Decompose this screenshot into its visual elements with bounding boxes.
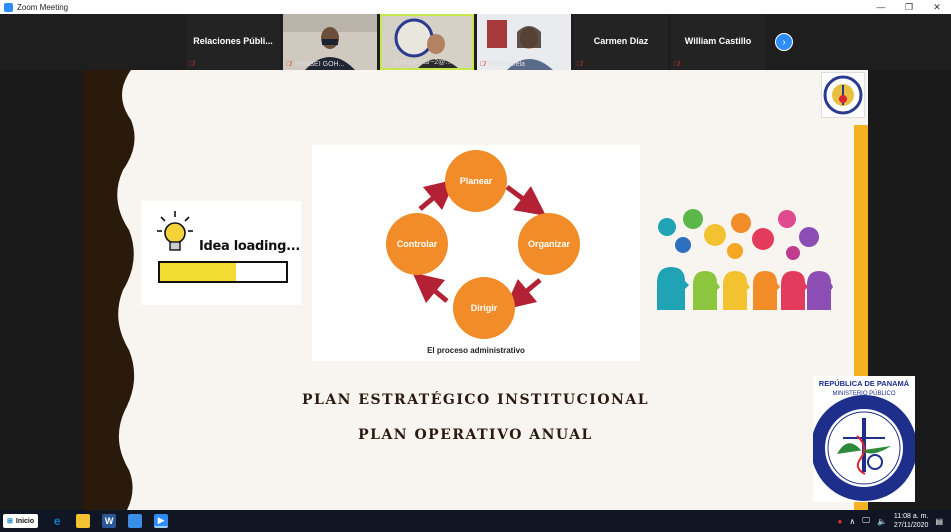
zoom-taskbar-icon[interactable]: ▶ — [154, 514, 169, 528]
file-explorer-icon[interactable] — [76, 514, 91, 528]
participant-tile[interactable]: Relaciones Públi... 🎙̸ — [186, 14, 280, 70]
heading-plan-operativo: PLAN OPERATIVO ANUAL — [358, 427, 593, 443]
idea-loading-text: Idea loading... — [199, 239, 301, 254]
node-dirigir: Dirigir — [453, 277, 515, 339]
windows-taskbar: ⊞ Inicio e W ▶ ● ∧ 🖵 🔈 11:08 a. m. 27/11… — [0, 510, 951, 532]
shared-screen: Idea loading... Planear Organizar Dirigi… — [0, 70, 951, 510]
mic-muted-icon: 🎙̸ — [577, 61, 583, 68]
mic-muted-icon: 🎙̸ — [674, 61, 680, 68]
zoom-app-icon — [4, 2, 13, 12]
participant-tile[interactable]: 🎙̸ SENSEI GOH... — [283, 14, 377, 70]
participant-tile-active[interactable]: jose.pachar~2@... — [380, 14, 474, 70]
network-icon[interactable]: 🖵 — [862, 516, 870, 526]
heads-and-gears-illustration — [657, 209, 833, 310]
window-titlebar: Zoom Meeting — ❐ ✕ — [0, 0, 951, 14]
loading-progress-fill — [160, 263, 236, 281]
restore-button[interactable]: ❐ — [895, 2, 923, 13]
participant-name: jose.pachar~2@... — [394, 59, 452, 66]
clock-time: 11:08 a. m. — [893, 513, 929, 520]
participant-name: William Castillo — [684, 36, 752, 46]
participant-tile[interactable]: William Castillo 🎙̸ — [671, 14, 765, 70]
node-planear: Planear — [445, 150, 507, 212]
lightbulb-icon — [157, 211, 193, 251]
next-participants-button[interactable]: › — [775, 33, 793, 51]
close-button[interactable]: ✕ — [923, 2, 951, 13]
system-tray: ● ∧ 🖵 🔈 11:08 a. m. 27/11/2020 ▤ — [838, 512, 951, 530]
process-diagram: Planear Organizar Dirigir Controlar El p… — [312, 145, 640, 361]
start-label: Inicio — [15, 517, 35, 525]
minimize-button[interactable]: — — [867, 2, 895, 12]
idea-loading-image: Idea loading... — [141, 201, 301, 305]
edge-icon[interactable]: e — [50, 514, 64, 528]
tray-overflow-icon[interactable]: ∧ — [849, 517, 855, 526]
participant-strip: Relaciones Públi... 🎙̸ 🎙̸ SENSEI GOH... … — [0, 14, 951, 70]
heading-plan-estrategico: PLAN ESTRATÉGICO INSTITUCIONAL — [301, 392, 650, 408]
participant-name: SENSEI GOH... — [295, 61, 345, 68]
store-icon[interactable] — [128, 514, 143, 528]
participant-name: Vera Varela — [489, 61, 526, 68]
notification-badge-icon[interactable]: ● — [838, 517, 843, 526]
small-seal-logo — [821, 72, 865, 118]
clock-date: 27/11/2020 — [893, 522, 929, 529]
word-icon[interactable]: W — [102, 514, 117, 528]
diagram-caption: El proceso administrativo — [427, 346, 525, 355]
taskbar-clock[interactable]: 11:08 a. m. 27/11/2020 — [894, 512, 929, 530]
volume-icon[interactable]: 🔈 — [877, 517, 887, 526]
participant-tile[interactable]: Carmen Díaz 🎙̸ — [574, 14, 668, 70]
institution-seal-logo: REPÚBLICA DE PANAMÁ MINISTERIO PÚBLICO — [813, 376, 915, 502]
mic-muted-icon: 🎙̸ — [189, 61, 195, 68]
start-button[interactable]: ⊞ Inicio — [3, 514, 39, 528]
participant-name: Relaciones Públi... — [193, 36, 273, 46]
mic-muted-icon: 🎙̸ — [286, 61, 292, 68]
windows-logo-icon: ⊞ — [7, 518, 13, 525]
seal-line-1: REPÚBLICA DE PANAMÁ — [819, 379, 910, 388]
window-title: Zoom Meeting — [17, 2, 69, 12]
presentation-slide: Idea loading... Planear Organizar Dirigi… — [83, 70, 868, 510]
scalloped-border-decoration — [83, 70, 135, 510]
participant-tile[interactable]: 🎙̸ Vera Varela — [477, 14, 571, 70]
node-organizar: Organizar — [518, 213, 580, 275]
participant-name: Carmen Díaz — [593, 36, 649, 46]
loading-progress-bar — [158, 261, 288, 283]
mic-muted-icon: 🎙̸ — [480, 61, 486, 68]
node-controlar: Controlar — [386, 213, 448, 275]
action-center-icon[interactable]: ▤ — [935, 517, 943, 526]
